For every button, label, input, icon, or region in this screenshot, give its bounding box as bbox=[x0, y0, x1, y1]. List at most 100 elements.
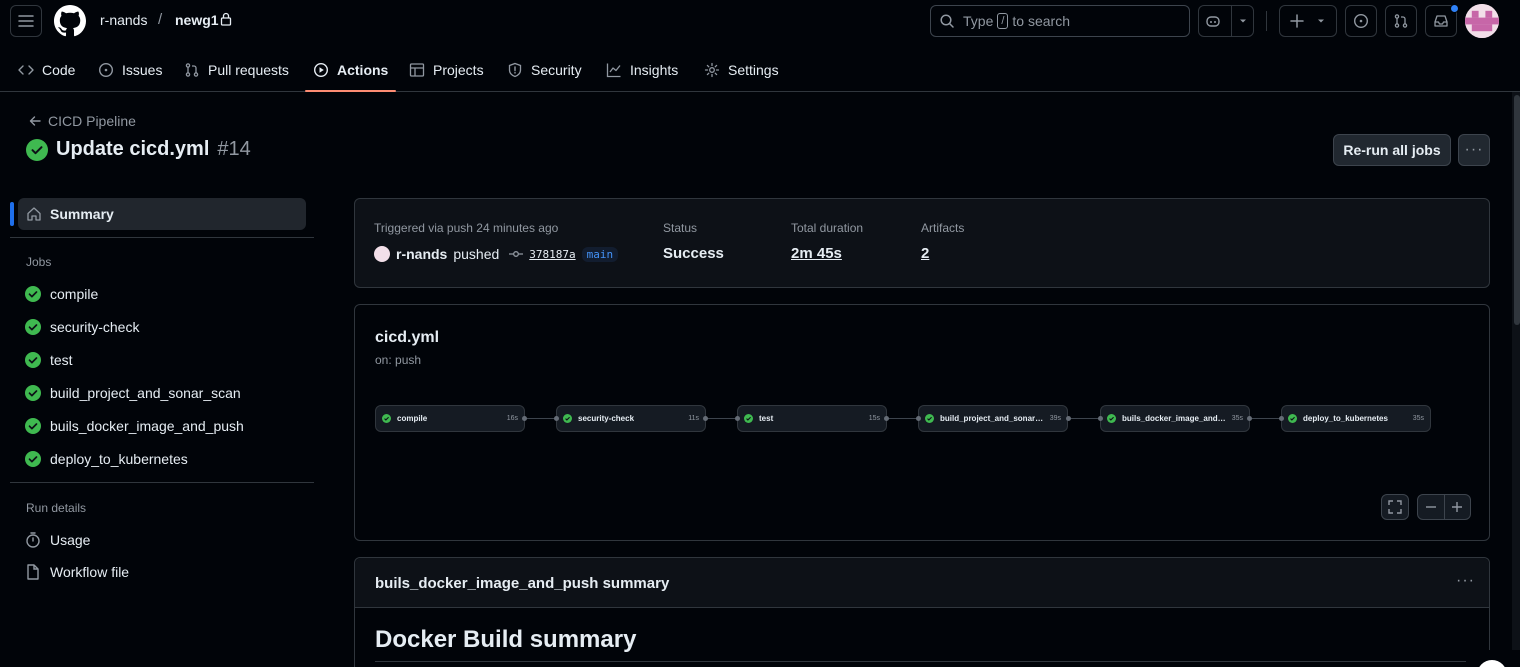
action-text: pushed bbox=[453, 246, 500, 262]
github-logo-icon[interactable] bbox=[54, 5, 86, 37]
job-connector bbox=[524, 418, 556, 419]
commit-sha-link[interactable]: 378187a bbox=[529, 248, 575, 261]
push-info: r-nands pushed 378187a main bbox=[374, 246, 619, 262]
tab-code[interactable]: Code bbox=[10, 48, 83, 92]
breadcrumb-separator: / bbox=[158, 11, 163, 28]
graph-job-buils-docker-image-and-push[interactable]: buils_docker_image_and_pu... 35s bbox=[1100, 405, 1250, 432]
back-link-label: CICD Pipeline bbox=[48, 113, 136, 129]
success-check-icon bbox=[1288, 414, 1297, 423]
sidebar-divider bbox=[10, 482, 314, 483]
sidebar-usage-label: Usage bbox=[50, 532, 91, 548]
sidebar-job-security-check[interactable]: security-check bbox=[24, 317, 139, 337]
graph-job-duration: 39s bbox=[1049, 415, 1061, 422]
copilot-button[interactable] bbox=[1198, 5, 1254, 37]
tab-insights[interactable]: Insights bbox=[598, 48, 686, 92]
graph-icon bbox=[606, 63, 621, 78]
sidebar-summary-label: Summary bbox=[50, 206, 114, 222]
sidebar-job-label: build_project_and_sonar_scan bbox=[50, 385, 241, 401]
tab-actions[interactable]: Actions bbox=[305, 48, 397, 92]
tab-pull-requests-label: Pull requests bbox=[208, 62, 289, 78]
sidebar-item-usage[interactable]: Usage bbox=[24, 530, 90, 550]
zoom-in-button[interactable] bbox=[1445, 495, 1471, 519]
connector-dot bbox=[1066, 416, 1071, 421]
unread-notification-dot bbox=[1450, 4, 1459, 13]
graph-job-build-project-and-sonar-scan[interactable]: build_project_and_sonar_scan 39s bbox=[918, 405, 1068, 432]
scrollbar-thumb[interactable] bbox=[1514, 95, 1520, 325]
graph-job-deploy-to-kubernetes[interactable]: deploy_to_kubernetes 35s bbox=[1281, 405, 1431, 432]
rerun-all-jobs-button[interactable]: Re-run all jobs bbox=[1333, 134, 1451, 166]
create-new-button[interactable] bbox=[1279, 5, 1337, 37]
graph-job-duration: 15s bbox=[868, 415, 880, 422]
tab-actions-label: Actions bbox=[337, 62, 389, 78]
sidebar-job-label: buils_docker_image_and_push bbox=[50, 418, 244, 434]
duration-link[interactable]: 2m 45s bbox=[791, 245, 842, 262]
job-summary-title: buils_docker_image_and_push summary bbox=[375, 575, 670, 592]
actor-link[interactable]: r-nands bbox=[396, 246, 447, 262]
graph-job-name: buils_docker_image_and_pu... bbox=[1122, 414, 1226, 423]
dash-icon bbox=[1425, 506, 1436, 508]
code-icon bbox=[18, 65, 34, 75]
tab-issues-label: Issues bbox=[122, 62, 163, 78]
repo-owner-link[interactable]: r-nands bbox=[100, 12, 147, 28]
menu-button[interactable] bbox=[10, 5, 42, 37]
repo-name-link[interactable]: newg1 bbox=[175, 12, 219, 28]
pull-request-icon bbox=[185, 63, 199, 77]
success-check-icon bbox=[25, 286, 41, 302]
your-issues-button[interactable] bbox=[1345, 5, 1377, 37]
search-placeholder-prefix: Type bbox=[963, 13, 994, 29]
play-icon bbox=[313, 62, 329, 78]
search-input[interactable]: Type / to search bbox=[930, 5, 1190, 37]
actor-avatar[interactable] bbox=[374, 246, 390, 262]
sidebar-item-summary[interactable]: Summary bbox=[18, 198, 306, 230]
graph-job-security-check[interactable]: security-check 11s bbox=[556, 405, 706, 432]
inbox-icon bbox=[1434, 15, 1448, 27]
sidebar-job-deploy-to-kubernetes[interactable]: deploy_to_kubernetes bbox=[24, 449, 188, 469]
graph-job-compile[interactable]: compile 16s bbox=[375, 405, 525, 432]
sidebar-job-buils-docker-image-and-push[interactable]: buils_docker_image_and_push bbox=[24, 416, 244, 436]
tab-issues[interactable]: Issues bbox=[90, 48, 170, 92]
screen-full-icon bbox=[1388, 500, 1402, 514]
run-options-button[interactable]: ··· bbox=[1458, 134, 1490, 166]
graph-job-test[interactable]: test 15s bbox=[737, 405, 887, 432]
job-summary-options-button[interactable]: ··· bbox=[1456, 572, 1475, 590]
sidebar-job-test[interactable]: test bbox=[24, 350, 73, 370]
tab-pull-requests[interactable]: Pull requests bbox=[176, 48, 297, 92]
fullscreen-button[interactable] bbox=[1381, 494, 1409, 520]
zoom-out-button[interactable] bbox=[1418, 495, 1445, 519]
job-summary-card: buils_docker_image_and_push summary ··· … bbox=[354, 557, 1490, 667]
tab-projects[interactable]: Projects bbox=[401, 48, 492, 92]
success-check-icon bbox=[25, 451, 41, 467]
status-value: Success bbox=[663, 245, 724, 262]
floating-action-button[interactable] bbox=[1466, 650, 1520, 667]
sidebar-job-build-project-and-sonar-scan[interactable]: build_project_and_sonar_scan bbox=[24, 383, 241, 403]
status-label: Status bbox=[663, 221, 698, 235]
branch-badge[interactable]: main bbox=[581, 246, 619, 262]
docker-build-summary-heading: Docker Build summary bbox=[375, 626, 637, 653]
graph-job-name: security-check bbox=[578, 414, 635, 423]
success-check-icon bbox=[925, 414, 934, 423]
artifacts-link[interactable]: 2 bbox=[921, 245, 929, 262]
top-header: r-nands / newg1 Type / to search Code Is… bbox=[0, 0, 1520, 92]
table-icon bbox=[409, 63, 425, 77]
tab-settings[interactable]: Settings bbox=[696, 48, 787, 92]
job-summary-header: buils_docker_image_and_push summary ··· bbox=[355, 558, 1489, 608]
run-number: #14 bbox=[217, 138, 251, 160]
tab-security[interactable]: Security bbox=[499, 48, 590, 92]
git-commit-icon bbox=[509, 251, 524, 257]
your-pull-requests-button[interactable] bbox=[1385, 5, 1417, 37]
tab-code-label: Code bbox=[42, 62, 76, 78]
back-to-workflow-link[interactable]: CICD Pipeline bbox=[28, 113, 136, 129]
gear-icon bbox=[704, 62, 720, 78]
plus-icon bbox=[1290, 14, 1304, 28]
job-connector bbox=[705, 418, 737, 419]
page-title: Update cicd.yml bbox=[56, 138, 210, 160]
connector-dot bbox=[554, 416, 559, 421]
header-divider bbox=[1266, 11, 1267, 31]
sidebar-job-compile[interactable]: compile bbox=[24, 284, 98, 304]
sidebar-item-workflow-file[interactable]: Workflow file bbox=[24, 562, 129, 582]
file-icon bbox=[27, 564, 39, 580]
success-check-icon bbox=[382, 414, 391, 423]
workflow-graph-card: cicd.yml on: push compile 16s security-c… bbox=[354, 304, 1490, 541]
user-avatar[interactable] bbox=[1465, 4, 1499, 38]
jobs-heading: Jobs bbox=[26, 255, 52, 269]
